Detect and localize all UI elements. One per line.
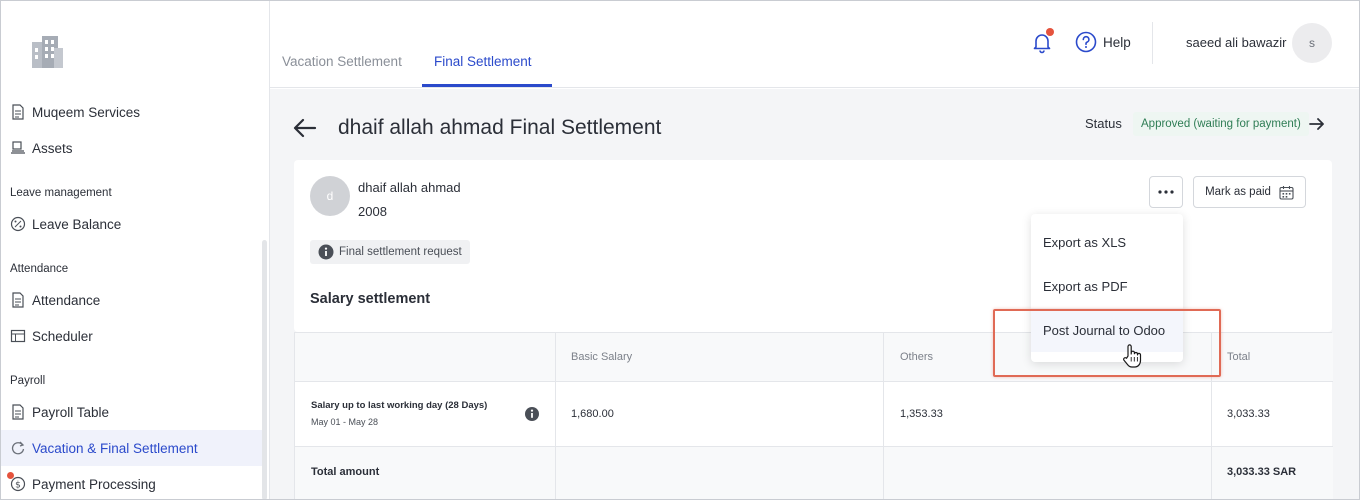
section-leave-management: Leave management (10, 187, 112, 199)
menu-item-export-pdf[interactable]: Export as PDF (1031, 264, 1183, 308)
document-icon (10, 292, 26, 308)
total-row: Total amount 3,033.33 SAR (295, 447, 1333, 500)
section-payroll: Payroll (10, 375, 46, 387)
hand-pointer-icon (1123, 344, 1142, 368)
user-name[interactable]: saeed ali bawazir (1186, 35, 1286, 50)
sidebar-item-muqeem-services[interactable]: Muqeem Services (0, 94, 264, 130)
sidebar-item-label: Attendance (32, 292, 101, 308)
tab-vacation-settlement[interactable]: Vacation Settlement (282, 54, 402, 69)
sidebar-item-label: Assets (32, 140, 73, 156)
total-value: 3,033.33 SAR (1227, 466, 1297, 478)
active-tab-indicator (422, 84, 552, 87)
section-attendance: Attendance (10, 263, 69, 275)
table-row: Salary up to last working day (28 Days) … (295, 382, 1333, 447)
notification-dot (7, 472, 14, 479)
sidebar-scrollbar[interactable] (262, 240, 267, 500)
menu-item-export-xls[interactable]: Export as XLS (1031, 220, 1183, 264)
assets-icon (10, 140, 26, 156)
help-label: Help (1103, 34, 1131, 50)
sidebar-item-label: Leave Balance (32, 216, 122, 232)
highlight-annotation (993, 309, 1221, 377)
status-badge: Approved (waiting for payment) (1133, 112, 1309, 136)
row-label: Salary up to last working day (28 Days) (311, 400, 488, 411)
mark-as-paid-label: Mark as paid (1205, 186, 1271, 198)
table-icon (10, 328, 26, 344)
column-header-others: Others (900, 351, 934, 363)
request-type-chip: Final settlement request (310, 240, 470, 264)
cell-basic-salary: 1,680.00 (571, 408, 614, 420)
salary-settlement-title: Salary settlement (310, 291, 431, 307)
more-options-button[interactable] (1149, 176, 1183, 208)
status-label: Status (1085, 116, 1122, 131)
page-title: dhaif allah ahmad Final Settlement (338, 116, 662, 139)
cell-others: 1,353.33 (900, 408, 943, 420)
notification-badge (1046, 28, 1054, 36)
cell-total: 3,033.33 (1227, 408, 1270, 420)
svg-text:$: $ (15, 481, 21, 491)
sidebar-item-label: Scheduler (32, 328, 93, 344)
top-header: Vacation Settlement Final Settlement Hel… (270, 0, 1360, 88)
column-divider (555, 333, 556, 500)
arrow-right-icon[interactable] (1308, 115, 1326, 133)
employee-id: 2008 (358, 204, 387, 219)
row-date-range: May 01 - May 28 (311, 417, 379, 427)
column-header-total: Total (1227, 351, 1251, 363)
info-icon[interactable] (524, 406, 540, 422)
sidebar-item-attendance[interactable]: Attendance (0, 282, 264, 318)
tab-final-settlement[interactable]: Final Settlement (434, 54, 532, 69)
sidebar-item-label: Payroll Table (32, 404, 110, 420)
employee-name: dhaif allah ahmad (358, 180, 461, 195)
document-icon (10, 404, 26, 420)
employee-avatar: d (310, 176, 350, 216)
ellipsis-icon (1158, 190, 1174, 194)
info-icon (318, 244, 334, 260)
percent-circle-icon (10, 216, 26, 232)
sidebar-item-payroll-table[interactable]: Payroll Table (0, 394, 264, 430)
chip-label: Final settlement request (339, 246, 462, 258)
sidebar-item-assets[interactable]: Assets (0, 130, 264, 166)
sidebar-item-payment-processing[interactable]: $ Payment Processing (0, 466, 264, 500)
building-logo-icon[interactable] (28, 34, 66, 70)
user-avatar[interactable]: s (1292, 23, 1332, 63)
sidebar: Muqeem Services Assets Leave management … (0, 0, 270, 500)
calendar-icon (1279, 185, 1294, 200)
question-circle-icon (1075, 31, 1097, 53)
refresh-icon (10, 440, 26, 456)
help-button[interactable]: Help (1075, 31, 1131, 53)
header-divider (1152, 22, 1153, 64)
column-divider (883, 333, 884, 500)
column-header-basic-salary: Basic Salary (571, 351, 633, 363)
sidebar-item-label: Muqeem Services (32, 104, 141, 120)
sidebar-item-label: Payment Processing (32, 476, 156, 492)
sidebar-item-scheduler[interactable]: Scheduler (0, 318, 264, 354)
document-icon (10, 104, 26, 120)
back-arrow-icon[interactable] (292, 116, 318, 140)
mark-as-paid-button[interactable]: Mark as paid (1193, 176, 1306, 208)
sidebar-item-leave-balance[interactable]: Leave Balance (0, 206, 264, 242)
total-label: Total amount (311, 466, 380, 478)
sidebar-item-vacation-final-settlement[interactable]: Vacation & Final Settlement (0, 430, 264, 466)
sidebar-item-label: Vacation & Final Settlement (32, 440, 198, 456)
